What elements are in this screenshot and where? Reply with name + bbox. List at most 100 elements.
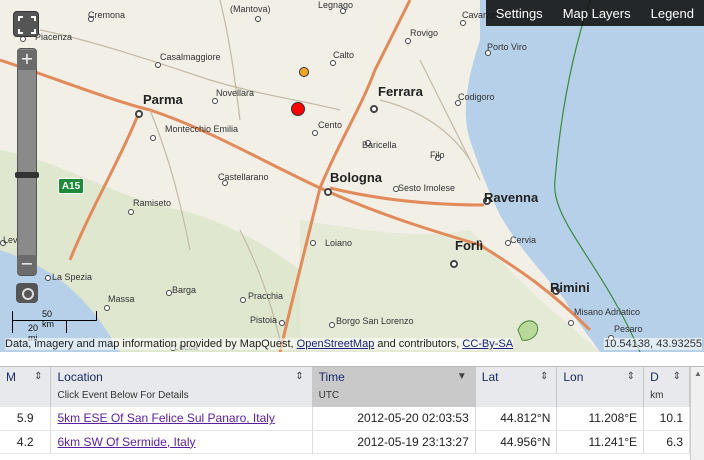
column-header-lat[interactable]: Lat ⇕ xyxy=(475,367,558,407)
city-marker xyxy=(568,320,574,326)
city-marker xyxy=(255,16,261,22)
zoom-out-button[interactable]: − xyxy=(17,255,37,275)
lon-cell: 11.241°E xyxy=(556,430,645,454)
earthquake-table: M ⇕ Location Click Event Below For Detai… xyxy=(0,366,704,460)
city-marker xyxy=(370,105,378,113)
legend-button[interactable]: Legend xyxy=(641,6,704,21)
time-cell: 2012-05-19 23:13:27 xyxy=(312,430,476,454)
zoom-slider[interactable] xyxy=(17,48,37,276)
column-header-time[interactable]: Time UTC ▼ xyxy=(312,367,476,407)
city-marker xyxy=(150,135,156,141)
magnitude-cell: 4.2 xyxy=(0,430,52,454)
map-attribution: Data, imagery and map information provid… xyxy=(5,338,514,350)
city-label: Ramiseto xyxy=(133,198,172,208)
city-marker xyxy=(312,130,318,136)
city-label: Calto xyxy=(333,50,355,60)
location-link[interactable]: 5km ESE Of San Felice Sul Panaro, Italy xyxy=(57,411,274,425)
lat-cell: 44.812°N xyxy=(475,407,558,431)
city-marker xyxy=(329,322,335,328)
city-label: Novellara xyxy=(216,88,255,98)
road-shield-a15: A15 xyxy=(58,178,84,194)
city-marker xyxy=(330,60,336,66)
zoom-slider-handle[interactable] xyxy=(15,172,39,178)
city-label: Baricella xyxy=(362,140,397,150)
location-cell: 5km ESE Of San Felice Sul Panaro, Italy xyxy=(50,407,313,431)
city-label: Pracchia xyxy=(248,291,284,301)
city-label: Barga xyxy=(172,285,197,295)
city-label: Casalmaggiore xyxy=(160,52,221,62)
city-label: Pistoia xyxy=(250,315,278,325)
settings-button[interactable]: Settings xyxy=(486,6,553,21)
openstreetmap-link[interactable]: OpenStreetMap xyxy=(297,338,375,350)
city-marker xyxy=(135,110,143,118)
city-marker xyxy=(460,20,466,26)
time-cell: 2012-05-20 02:03:53 xyxy=(312,407,476,431)
sort-icon: ⇕ xyxy=(34,371,43,382)
city-label: Porto Viro xyxy=(487,42,527,52)
city-marker xyxy=(155,62,161,68)
scroll-up-icon[interactable]: ▲ xyxy=(694,369,702,378)
depth-cell: 6.3 xyxy=(643,430,690,454)
sort-icon: ⇕ xyxy=(539,371,549,382)
attribution-text-mid: and contributors, xyxy=(374,338,463,350)
city-label: Castellarano xyxy=(218,172,269,182)
depth-cell: 10.1 xyxy=(643,407,690,431)
city-label: Borgo San Lorenzo xyxy=(336,316,414,326)
city-marker xyxy=(240,297,246,303)
column-header-magnitude[interactable]: M ⇕ xyxy=(0,367,52,407)
city-marker xyxy=(128,209,134,215)
map-view[interactable]: Cremona (Mantova) Legnago Cavarzere Rovigo Po… xyxy=(0,0,704,352)
city-label: Codigoro xyxy=(458,92,495,102)
map-layers-button[interactable]: Map Layers xyxy=(553,6,641,21)
attribution-text: Data, imagery and map information provid… xyxy=(5,338,297,350)
city-marker xyxy=(450,260,458,268)
city-label: Cremona xyxy=(88,10,126,20)
city-label: Cento xyxy=(318,120,343,130)
cc-by-sa-link[interactable]: CC-By-SA xyxy=(462,338,513,350)
sort-icon: ⇕ xyxy=(672,371,681,382)
city-marker xyxy=(310,240,316,246)
table-row[interactable]: 4.2 6km SW Of Sermide, Italy 2012-05-19 23… xyxy=(0,430,690,454)
city-label: Montecchio Emilia xyxy=(165,124,239,134)
city-label: Piacenza xyxy=(35,32,73,42)
location-cell: 6km SW Of Sermide, Italy xyxy=(50,430,313,454)
column-header-location[interactable]: Location Click Event Below For Details ⇕ xyxy=(50,367,313,407)
column-header-lon[interactable]: Lon ⇕ xyxy=(556,367,645,407)
city-label: Filo xyxy=(430,150,445,160)
city-label: Sesto Imolese xyxy=(398,183,456,193)
city-label: Rimini xyxy=(550,280,590,295)
cursor-coordinates: 10.54138, 43.93255 xyxy=(604,338,702,350)
location-link[interactable]: 6km SW Of Sermide, Italy xyxy=(57,435,195,449)
city-marker xyxy=(405,38,411,44)
fullscreen-toggle-icon[interactable] xyxy=(13,11,39,37)
lat-cell: 44.956°N xyxy=(475,430,558,454)
city-label: Bologna xyxy=(330,170,382,185)
quake-marker-minor[interactable] xyxy=(299,67,309,77)
city-label: (Mantova) xyxy=(230,4,271,14)
city-label: Loiano xyxy=(325,238,353,248)
quake-marker-major[interactable] xyxy=(291,102,305,116)
city-label: Cervia xyxy=(510,235,537,245)
map-top-menu: Settings Map Layers Legend xyxy=(485,0,704,26)
column-header-depth[interactable]: D km ⇕ xyxy=(643,367,690,407)
sort-icon: ⇕ xyxy=(626,371,636,382)
sort-icon: ⇕ xyxy=(295,371,304,382)
city-label: Legnago xyxy=(318,0,354,10)
city-marker xyxy=(279,320,285,326)
sort-desc-icon: ▼ xyxy=(456,371,467,382)
city-label: Misano Adriatico xyxy=(574,307,641,317)
city-label: Rovigo xyxy=(410,28,439,38)
city-marker xyxy=(324,188,332,196)
city-label: Massa xyxy=(108,294,135,304)
city-marker xyxy=(45,275,51,281)
zoom-in-button[interactable]: + xyxy=(17,50,37,70)
table-scrollbar[interactable]: ▲ xyxy=(690,367,704,460)
city-marker xyxy=(212,98,218,104)
magnitude-cell: 5.9 xyxy=(0,407,52,431)
table-row[interactable]: 5.9 5km ESE Of San Felice Sul Panaro, Ita… xyxy=(0,407,690,431)
city-label: La Spezia xyxy=(52,272,93,282)
lon-cell: 11.208°E xyxy=(556,407,645,431)
locate-icon[interactable] xyxy=(16,283,38,303)
city-label: Parma xyxy=(143,92,183,107)
city-label: Pesaro xyxy=(614,324,643,334)
